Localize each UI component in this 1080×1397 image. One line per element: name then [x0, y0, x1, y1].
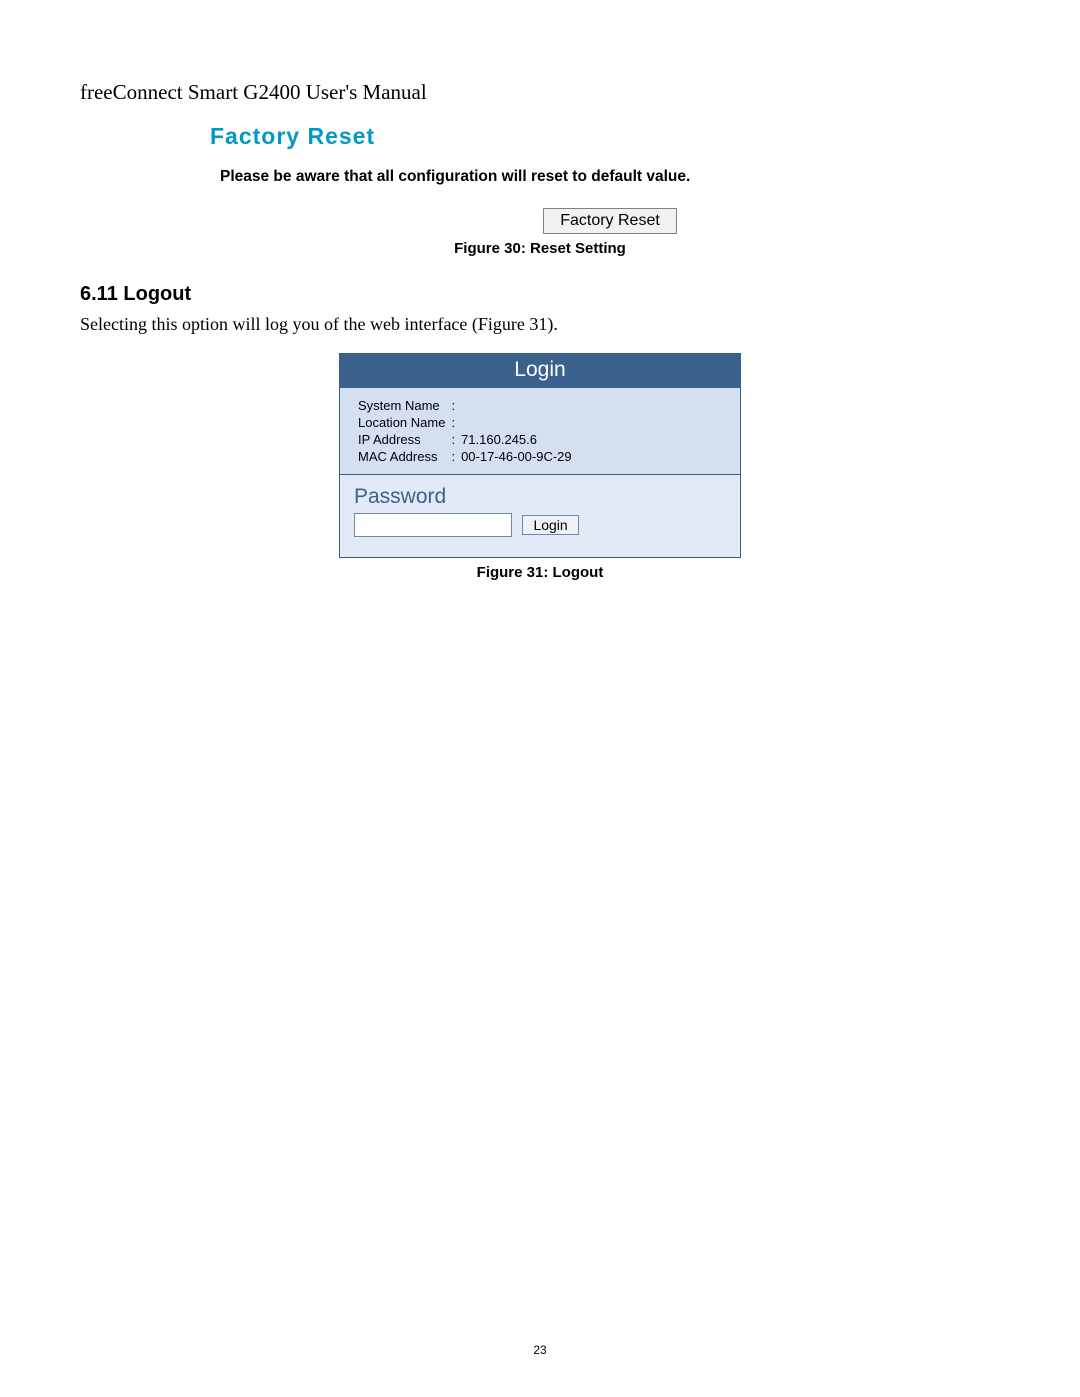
login-info-block: System Name : Location Name : IP Address…: [340, 388, 740, 475]
section-heading-logout: 6.11 Logout: [80, 283, 1000, 306]
login-button[interactable]: Login: [522, 515, 578, 535]
location-name-label: Location Name: [356, 415, 447, 430]
mac-address-label: MAC Address: [356, 449, 447, 464]
factory-reset-title: Factory Reset: [210, 123, 850, 150]
factory-reset-warning: Please be aware that all configuration w…: [220, 168, 850, 186]
factory-reset-button[interactable]: Factory Reset: [543, 208, 677, 234]
figure-31-caption: Figure 31: Logout: [80, 564, 1000, 581]
location-name-value: [459, 415, 574, 430]
figure-30-caption: Figure 30: Reset Setting: [80, 240, 1000, 257]
ip-address-value: 71.160.245.6: [459, 432, 574, 447]
system-name-label: System Name: [356, 398, 447, 413]
factory-reset-figure: Factory Reset Please be aware that all c…: [210, 123, 850, 234]
page-number: 23: [0, 1343, 1080, 1357]
login-form: Password Login: [340, 475, 740, 557]
document-header: freeConnect Smart G2400 User's Manual: [80, 80, 1000, 105]
system-name-value: [459, 398, 574, 413]
mac-address-value: 00-17-46-00-9C-29: [459, 449, 574, 464]
ip-address-label: IP Address: [356, 432, 447, 447]
section-body-logout: Selecting this option will log you of th…: [80, 314, 1000, 335]
password-input[interactable]: [354, 513, 512, 537]
login-panel: Login System Name : Location Name : IP A…: [339, 353, 741, 558]
password-label: Password: [354, 485, 726, 509]
login-panel-header: Login: [340, 354, 740, 388]
